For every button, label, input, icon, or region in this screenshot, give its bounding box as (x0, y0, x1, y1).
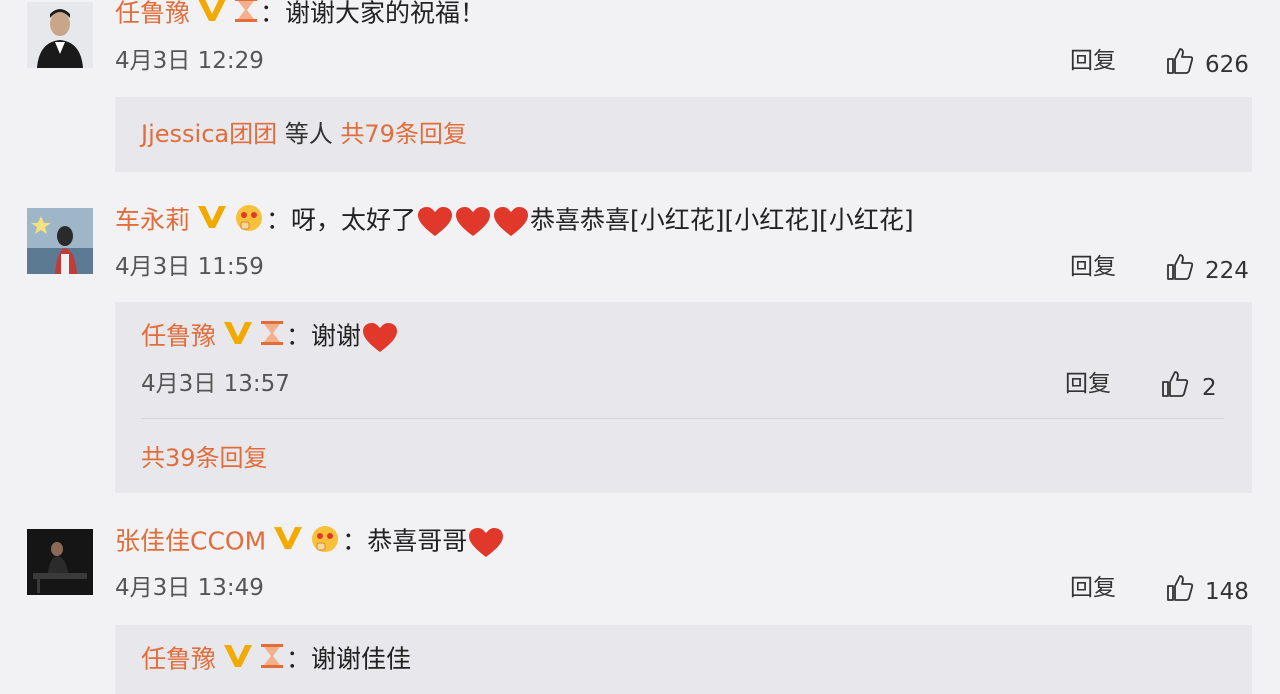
avatar[interactable] (27, 208, 93, 274)
like-count: 224 (1205, 258, 1249, 284)
timestamp: 4月3日 12:29 (115, 48, 264, 74)
like-button[interactable]: 626 (1165, 46, 1249, 84)
timestamp: 4月3日 11:59 (115, 254, 264, 280)
hourglass-badge-icon (258, 642, 286, 679)
username-link[interactable]: 张佳佳CCOM (115, 527, 266, 556)
reply-box: 任鲁豫 ：谢谢佳佳 (115, 625, 1252, 694)
like-button[interactable]: 148 (1165, 573, 1249, 611)
reply-button[interactable]: 回复 (1070, 573, 1116, 603)
divider (141, 418, 1224, 419)
comment-text: 呀，太好了 (291, 205, 417, 235)
avatar[interactable] (27, 2, 93, 68)
reply-count[interactable]: 共79条回复 (340, 120, 467, 148)
thumbs-up-icon (1165, 252, 1195, 290)
avatar[interactable] (27, 529, 93, 595)
fan-badge-icon (232, 202, 266, 241)
reply-content: 任鲁豫 ：谢谢佳佳 (141, 642, 411, 679)
vip-badge-icon (196, 0, 228, 32)
reply-button[interactable]: 回复 (1070, 46, 1116, 76)
username-link[interactable]: 任鲁豫 (115, 0, 190, 28)
replies-summary-box: Jjessica团团 等人 共79条回复 (115, 97, 1252, 172)
username-link[interactable]: 车永莉 (115, 206, 190, 235)
reply-username-link[interactable]: 任鲁豫 (141, 645, 216, 674)
reply-text: 谢谢 (311, 321, 362, 351)
reply-username-link[interactable]: 任鲁豫 (141, 322, 216, 351)
view-more-replies-link[interactable]: 共39条回复 (141, 443, 268, 473)
hourglass-badge-icon (232, 0, 260, 33)
like-count: 626 (1205, 52, 1249, 78)
view-replies-link[interactable]: Jjessica团团 等人 共79条回复 (141, 119, 467, 149)
comment-content: 张佳佳CCOM ：恭喜哥哥 (115, 523, 505, 562)
comment-item: 任鲁豫 ：谢谢大家的祝福！ 4月3日 12:29 回复 626 Jjessica团… (0, 0, 1280, 180)
comment-text: 恭喜哥哥 (367, 526, 468, 556)
like-button[interactable]: 2 (1160, 369, 1217, 407)
heart-icon (454, 206, 492, 236)
timestamp: 4月3日 13:49 (115, 575, 264, 601)
thumbs-up-icon (1160, 369, 1190, 407)
reply-button[interactable]: 回复 (1070, 252, 1116, 282)
reply-timestamp: 4月3日 13:57 (141, 371, 290, 397)
heart-icon (467, 527, 505, 557)
comment-content: 任鲁豫 ：谢谢大家的祝福！ (115, 0, 485, 33)
like-count: 148 (1205, 579, 1249, 605)
reply-box: 任鲁豫 ：谢谢 4月3日 13:57 回复 2 共39条回复 (115, 302, 1252, 493)
heart-icon (416, 206, 454, 236)
reply-user-names[interactable]: Jjessica团团 (141, 120, 277, 148)
reply-content: 任鲁豫 ：谢谢 (141, 319, 399, 356)
comment-text: 谢谢大家的祝福！ (285, 0, 486, 28)
vip-badge-icon (272, 525, 304, 560)
heart-icon (361, 322, 399, 352)
thumbs-up-icon (1165, 46, 1195, 84)
like-button[interactable]: 224 (1165, 252, 1249, 290)
reply-text: 谢谢佳佳 (311, 644, 412, 674)
vip-badge-icon (222, 320, 254, 355)
reply-button[interactable]: 回复 (1065, 369, 1111, 399)
heart-icon (492, 206, 530, 236)
fan-badge-icon (308, 523, 342, 562)
vip-badge-icon (222, 643, 254, 678)
hourglass-badge-icon (258, 319, 286, 356)
thumbs-up-icon (1165, 573, 1195, 611)
like-count: 2 (1202, 375, 1217, 401)
comment-content: 车永莉 ：呀，太好了 恭喜恭喜[小红花][小红花][小红花] (115, 202, 914, 241)
comment-text-continued: 恭喜恭喜[小红花][小红花][小红花] (530, 205, 914, 235)
vip-badge-icon (196, 204, 228, 239)
